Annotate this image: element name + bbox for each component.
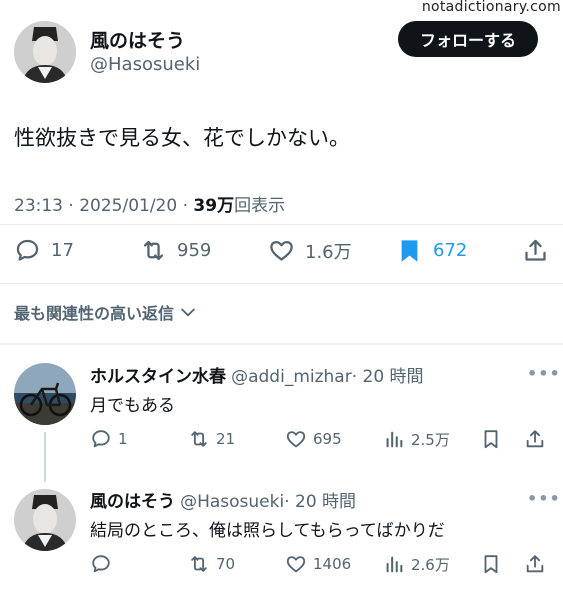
reply-like-action[interactable]: 695 <box>285 428 342 450</box>
avatar-portrait-icon <box>14 489 76 551</box>
reply-reply-action[interactable]: 1 <box>90 428 128 450</box>
speech-bubble-icon <box>92 430 110 448</box>
reply-retweet-count: 70 <box>216 555 236 573</box>
reply-header: ホルスタイン水春 @addi_mizhar· 20 時間 <box>90 362 424 387</box>
reply-views-action[interactable]: 2.6万 <box>383 553 450 575</box>
more-dots-icon[interactable]: ••• <box>527 364 561 383</box>
follow-button[interactable]: フォローする <box>398 21 538 57</box>
reply-author-name[interactable]: 風のはそう <box>90 492 175 512</box>
tweet-text: 性欲抜きで見る女、花でしかない。 <box>14 126 350 150</box>
reply-text: 結局のところ、俺は照らしてもらってばかりだ <box>90 521 445 541</box>
reply-views-count: 2.6万 <box>411 555 450 574</box>
divider-replies <box>0 343 563 345</box>
like-count: 1.6万 <box>305 241 352 263</box>
share-action[interactable] <box>522 237 549 264</box>
avatar-portrait-icon <box>14 21 76 83</box>
bar-chart-icon <box>386 556 403 573</box>
reply-time[interactable]: · 20 時間 <box>284 492 356 512</box>
reply-like-count: 695 <box>313 430 342 448</box>
chevron-down-icon <box>181 308 195 317</box>
reply-author-name[interactable]: ホルスタイン水春 <box>90 367 226 387</box>
retweet-arrows-icon <box>143 240 164 261</box>
heart-icon <box>270 240 293 261</box>
reply-action[interactable]: 17 <box>14 237 74 264</box>
author-name[interactable]: 風のはそう <box>90 26 185 53</box>
reply-like-action[interactable]: 1406 <box>285 553 351 575</box>
reply-text: 月でもある <box>90 396 175 416</box>
reply-bookmark-action[interactable] <box>480 428 502 450</box>
author-handle[interactable]: @Hasosueki <box>90 54 200 75</box>
like-action[interactable]: 1.6万 <box>268 237 352 264</box>
reply-share-action[interactable] <box>524 553 546 575</box>
bar-chart-icon <box>386 431 403 448</box>
reply-views-count: 2.5万 <box>411 430 450 449</box>
more-dots-icon[interactable]: ••• <box>527 489 561 508</box>
bookmark-icon <box>484 430 498 449</box>
thread-connector <box>44 432 46 482</box>
reply-like-count: 1406 <box>313 555 352 573</box>
reply-share-action[interactable] <box>524 428 546 450</box>
reply-views-action[interactable]: 2.5万 <box>383 428 450 450</box>
retweet-arrows-icon <box>191 556 207 572</box>
reply-avatar[interactable] <box>14 489 76 551</box>
bookmark-icon <box>401 240 418 262</box>
views-label: 回表示 <box>234 196 286 216</box>
share-upload-icon <box>526 430 544 448</box>
author-avatar[interactable] <box>14 21 76 83</box>
retweet-action[interactable]: 959 <box>140 237 211 264</box>
bookmark-icon <box>484 555 498 574</box>
heart-icon <box>286 556 306 573</box>
reply-reply-count: 1 <box>118 430 128 448</box>
share-upload-icon <box>526 555 544 573</box>
bookmark-count: 672 <box>433 240 468 261</box>
reply-avatar[interactable] <box>14 363 76 425</box>
speech-bubble-icon <box>16 239 39 261</box>
reply-bookmark-action[interactable] <box>480 553 502 575</box>
reply-retweet-action[interactable]: 70 <box>188 553 235 575</box>
reply-header: 風のはそう @Hasosueki· 20 時間 <box>90 487 356 512</box>
bookmark-action[interactable]: 672 <box>396 237 467 264</box>
retweet-count: 959 <box>177 240 212 261</box>
reply-retweet-action[interactable]: 21 <box>188 428 235 450</box>
reply-author-handle[interactable]: @Hasosueki <box>180 492 284 512</box>
reply-retweet-count: 21 <box>216 430 236 448</box>
reply-sort-selector[interactable]: 最も関連性の高い返信 <box>14 300 198 324</box>
tweet-timestamp[interactable]: 23:13 · 2025/01/20 · <box>14 196 193 216</box>
reply-count: 17 <box>51 240 74 261</box>
divider-top <box>0 224 563 225</box>
divider-actions <box>0 283 563 284</box>
share-upload-icon <box>525 239 546 261</box>
reply-sort-label: 最も関連性の高い返信 <box>14 304 175 323</box>
tweet-meta: 23:13 · 2025/01/20 · 39万回表示 <box>14 191 285 216</box>
heart-icon <box>286 431 306 448</box>
reply-time[interactable]: · 20 時間 <box>352 367 424 387</box>
avatar-bicycle-icon <box>14 363 76 425</box>
site-watermark: notadictionary.com <box>421 0 561 15</box>
views-count: 39万 <box>193 196 235 216</box>
reply-author-handle[interactable]: @addi_mizhar <box>231 367 352 387</box>
retweet-arrows-icon <box>191 431 207 447</box>
speech-bubble-icon <box>92 555 110 573</box>
reply-reply-action[interactable] <box>90 553 118 575</box>
